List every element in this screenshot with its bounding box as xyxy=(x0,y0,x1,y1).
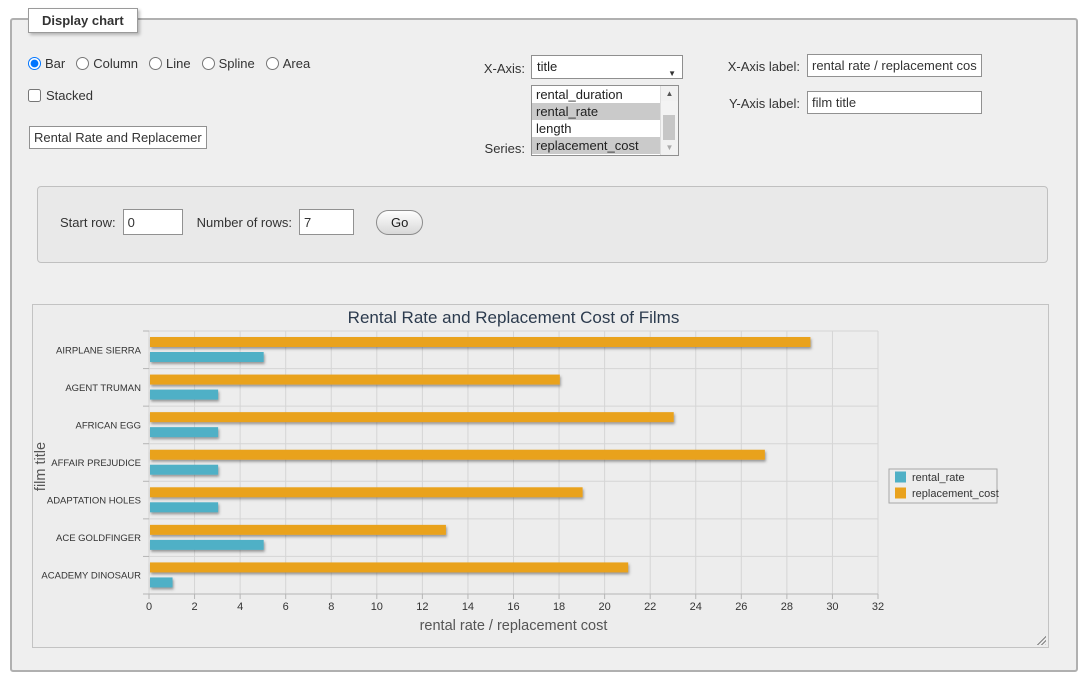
category-label: AFFAIR PREJUDICE xyxy=(51,458,141,469)
bar-replacement_cost[interactable] xyxy=(150,337,810,347)
x-tick-label: 12 xyxy=(416,601,428,613)
radio-column[interactable] xyxy=(76,57,89,70)
chart-container: 02468101214161820222426283032AIRPLANE SI… xyxy=(32,304,1049,648)
category-label: ACADEMY DINOSAUR xyxy=(41,571,141,582)
radio-line[interactable] xyxy=(149,57,162,70)
bar-rental_rate[interactable] xyxy=(150,502,218,512)
category-label: AFRICAN EGG xyxy=(76,420,141,431)
bar-rental_rate[interactable] xyxy=(150,390,218,400)
x-axis-title-input[interactable] xyxy=(807,54,982,77)
legend-swatch xyxy=(895,472,906,483)
bar-replacement_cost[interactable] xyxy=(150,375,560,385)
x-tick-label: 18 xyxy=(553,601,565,613)
radio-area[interactable] xyxy=(266,57,279,70)
chart-type-area[interactable]: Area xyxy=(266,56,310,71)
x-tick-label: 0 xyxy=(146,601,152,613)
bar-chart: 02468101214161820222426283032AIRPLANE SI… xyxy=(33,305,1048,647)
stacked-checkbox-row[interactable]: Stacked xyxy=(28,88,93,103)
x-axis-title: rental rate / replacement cost xyxy=(420,618,608,634)
radio-bar-label: Bar xyxy=(45,56,65,71)
num-rows-input[interactable] xyxy=(299,209,354,235)
series-option-length[interactable]: length xyxy=(532,120,661,137)
chart-type-radio-group: Bar Column Line Spline Area xyxy=(28,56,321,71)
y-axis-title-label: Y-Axis label: xyxy=(690,96,800,111)
chart-type-column[interactable]: Column xyxy=(76,56,138,71)
radio-bar[interactable] xyxy=(28,57,41,70)
x-tick-label: 2 xyxy=(192,601,198,613)
x-tick-label: 6 xyxy=(283,601,289,613)
series-label: Series: xyxy=(440,141,525,156)
category-label: ACE GOLDFINGER xyxy=(56,533,141,544)
y-axis-title: film title xyxy=(33,442,49,491)
gridlines xyxy=(149,331,878,594)
x-tick-label: 22 xyxy=(644,601,656,613)
scroll-up-icon[interactable]: ▲ xyxy=(661,86,678,101)
x-axis-title-label: X-Axis label: xyxy=(690,59,800,74)
series-option-rental-duration[interactable]: rental_duration xyxy=(532,86,661,103)
x-axis-label: X-Axis: xyxy=(440,61,525,76)
panel-title: Display chart xyxy=(28,8,138,33)
legend-label: rental_rate xyxy=(912,472,965,484)
x-tick-label: 30 xyxy=(826,601,838,613)
legend-swatch xyxy=(895,488,906,499)
row-range-panel: Start row: Number of rows: Go xyxy=(37,186,1048,263)
start-row-input[interactable] xyxy=(123,209,183,235)
chart-title: Rental Rate and Replacement Cost of Film… xyxy=(348,308,680,327)
scrollbar-thumb[interactable] xyxy=(663,115,675,140)
radio-spline-label: Spline xyxy=(219,56,255,71)
chart-type-bar[interactable]: Bar xyxy=(28,56,65,71)
category-label: ADAPTATION HOLES xyxy=(47,496,141,507)
bar-replacement_cost[interactable] xyxy=(150,562,628,572)
legend-label: replacement_cost xyxy=(912,488,999,500)
stacked-checkbox[interactable] xyxy=(28,89,41,102)
x-tick-label: 20 xyxy=(599,601,611,613)
axes xyxy=(143,331,878,599)
num-rows-label: Number of rows: xyxy=(197,215,292,230)
chart-title-input[interactable] xyxy=(29,126,207,149)
x-tick-label: 14 xyxy=(462,601,474,613)
radio-spline[interactable] xyxy=(202,57,215,70)
x-axis-select[interactable]: title ▼ xyxy=(531,55,683,79)
bar-rental_rate[interactable] xyxy=(150,352,264,362)
go-button[interactable]: Go xyxy=(376,210,423,235)
x-tick-label: 10 xyxy=(371,601,383,613)
stacked-label: Stacked xyxy=(46,88,93,103)
x-tick-label: 28 xyxy=(781,601,793,613)
series-listbox[interactable]: rental_duration rental_rate length repla… xyxy=(531,85,679,156)
radio-line-label: Line xyxy=(166,56,191,71)
chart-legend: rental_rate replacement_cost xyxy=(889,469,999,503)
x-axis-selected-value: title xyxy=(537,59,557,74)
x-tick-label: 24 xyxy=(690,601,702,613)
bar-rental_rate[interactable] xyxy=(150,577,173,587)
category-label: AGENT TRUMAN xyxy=(65,383,141,394)
scroll-down-icon[interactable]: ▼ xyxy=(661,140,678,155)
radio-column-label: Column xyxy=(93,56,138,71)
bar-rental_rate[interactable] xyxy=(150,465,218,475)
x-tick-label: 26 xyxy=(735,601,747,613)
bar-replacement_cost[interactable] xyxy=(150,525,446,535)
x-tick-label: 4 xyxy=(237,601,243,613)
chart-type-spline[interactable]: Spline xyxy=(202,56,255,71)
bar-rental_rate[interactable] xyxy=(150,540,264,550)
radio-area-label: Area xyxy=(283,56,310,71)
start-row-label: Start row: xyxy=(60,215,116,230)
bar-rental_rate[interactable] xyxy=(150,427,218,437)
bar-replacement_cost[interactable] xyxy=(150,450,765,460)
x-tick-label: 32 xyxy=(872,601,884,613)
category-label: AIRPLANE SIERRA xyxy=(56,345,142,356)
chart-type-line[interactable]: Line xyxy=(149,56,191,71)
series-scrollbar[interactable]: ▲ ▼ xyxy=(660,86,678,155)
bar-replacement_cost[interactable] xyxy=(150,412,674,422)
y-axis-title-input[interactable] xyxy=(807,91,982,114)
bar-replacement_cost[interactable] xyxy=(150,487,583,497)
legend-item-rental_rate[interactable]: rental_rate xyxy=(895,472,965,485)
x-tick-label: 16 xyxy=(507,601,519,613)
x-tick-label: 8 xyxy=(328,601,334,613)
series-option-replacement-cost[interactable]: replacement_cost xyxy=(532,137,661,154)
series-option-rental-rate[interactable]: rental_rate xyxy=(532,103,661,120)
chevron-down-icon: ▼ xyxy=(668,63,676,85)
